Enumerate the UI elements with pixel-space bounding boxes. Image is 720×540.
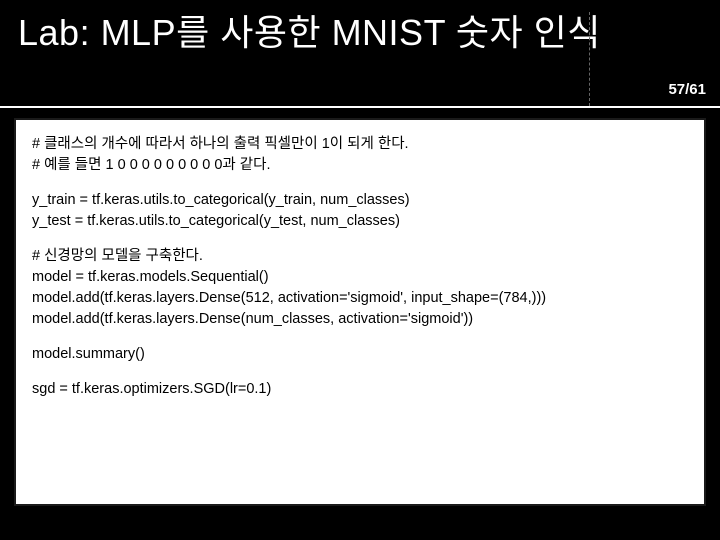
horizontal-rule	[0, 106, 720, 108]
slide-header: Lab: MLP를 사용한 MNIST 숫자 인식 57/61	[0, 10, 720, 108]
code-box: # 클래스의 개수에 따라서 하나의 출력 픽셀만이 1이 되게 한다. # 예…	[14, 118, 706, 506]
code-block-5: sgd = tf.keras.optimizers.SGD(lr=0.1)	[32, 379, 690, 400]
code-block-2: y_train = tf.keras.utils.to_categorical(…	[32, 190, 690, 232]
vertical-divider	[589, 12, 590, 106]
slide: Lab: MLP를 사용한 MNIST 숫자 인식 57/61 # 클래스의 개…	[0, 0, 720, 540]
code-block-4: model.summary()	[32, 344, 690, 365]
slide-title: Lab: MLP를 사용한 MNIST 숫자 인식	[18, 10, 702, 55]
code-block-3: # 신경망의 모델을 구축한다. model = tf.keras.models…	[32, 246, 690, 330]
page-number: 57/61	[668, 81, 706, 98]
code-block-1: # 클래스의 개수에 따라서 하나의 출력 픽셀만이 1이 되게 한다. # 예…	[32, 134, 690, 176]
